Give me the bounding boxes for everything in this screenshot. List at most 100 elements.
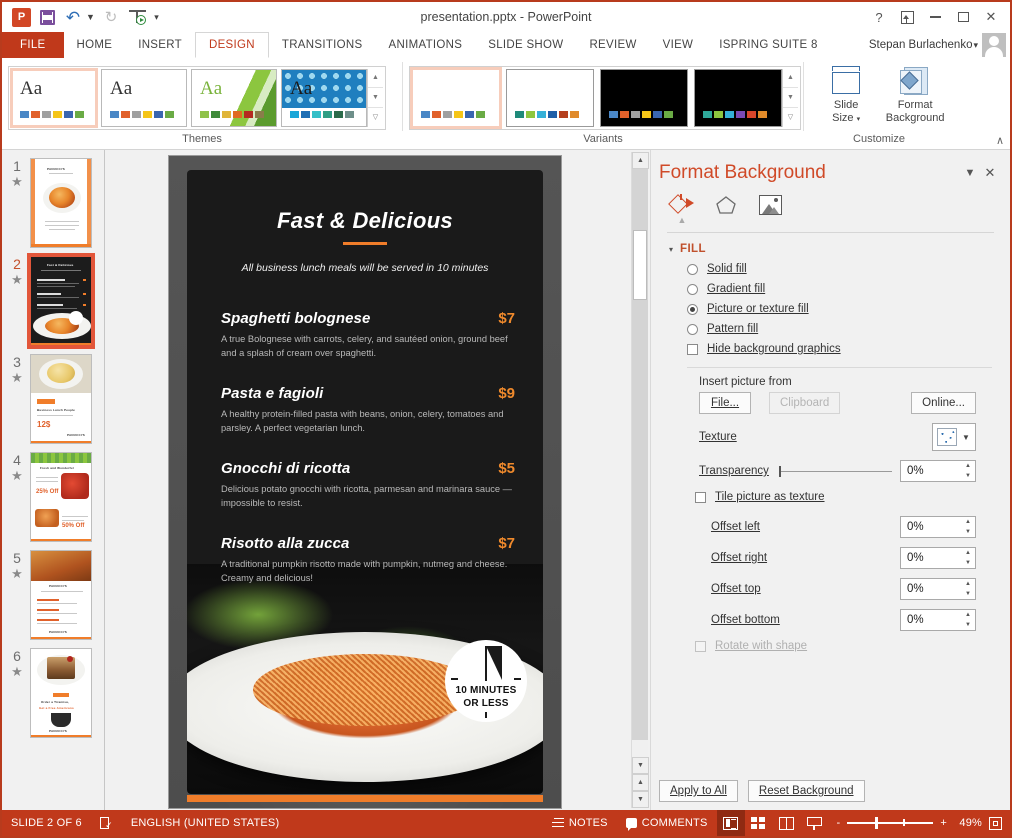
slide-size-button[interactable]: Slide Size ▾ — [816, 62, 876, 126]
customize-qat-icon[interactable]: ▾ — [150, 5, 166, 29]
offset-right-spinner[interactable]: 0% ▲ ▼ — [900, 547, 976, 569]
tab-view[interactable]: VIEW — [650, 32, 707, 58]
slide-show-view-button[interactable] — [801, 810, 829, 836]
themes-gallery-scroll[interactable]: ▲ ▼ ▽ — [367, 68, 383, 127]
option-picture-or-texture-fill[interactable]: Picture or texture fill — [651, 299, 1010, 319]
transparency-slider[interactable] — [778, 465, 900, 477]
variants-scroll-down-icon[interactable]: ▼ — [783, 88, 798, 108]
chevron-down-icon[interactable]: ▼ — [957, 433, 975, 442]
fill-tab[interactable]: ▲ — [667, 192, 697, 225]
zoom-level[interactable]: 49% — [954, 817, 982, 829]
slider-handle[interactable] — [778, 465, 782, 477]
thumbnail-slide-1[interactable]: PANUCCI'S — [30, 158, 92, 248]
theme-ion-boardroom[interactable]: Aa — [281, 68, 367, 127]
option-tile-picture-as-texture[interactable]: Tile picture as texture — [651, 482, 1010, 507]
close-icon[interactable]: ✕ — [978, 5, 1004, 29]
spinner-down-icon[interactable]: ▼ — [961, 589, 975, 599]
start-slideshow-icon[interactable] — [124, 5, 150, 29]
zoom-slider[interactable] — [847, 817, 934, 830]
user-account-area[interactable]: Stepan Burlachenko ▾ — [869, 32, 1006, 58]
format-background-button[interactable]: Format Background — [882, 62, 948, 125]
themes-more-icon[interactable]: ▽ — [368, 108, 383, 127]
slide-indicator[interactable]: SLIDE 2 OF 6 — [2, 810, 91, 836]
undo-icon[interactable]: ↶ — [60, 5, 86, 29]
zoom-out-button[interactable]: - — [837, 817, 841, 829]
variants-more-icon[interactable]: ▽ — [783, 108, 798, 127]
slide-vertical-scrollbar[interactable]: ▲ ▼ ▲ ▼ — [631, 152, 649, 808]
tab-ispring-suite[interactable]: ISPRING SUITE 8 — [706, 32, 830, 58]
effects-tab[interactable] — [711, 192, 741, 218]
powerpoint-logo-icon[interactable]: P — [8, 5, 34, 29]
tab-review[interactable]: REVIEW — [576, 32, 649, 58]
user-dropdown-icon[interactable]: ▾ — [973, 40, 978, 51]
radio-icon[interactable] — [687, 283, 698, 295]
zoom-slider-handle[interactable] — [875, 817, 878, 830]
notes-button[interactable]: NOTES — [543, 810, 617, 836]
scroll-down-icon[interactable]: ▼ — [632, 757, 649, 774]
spinner-up-icon[interactable]: ▲ — [961, 461, 975, 471]
option-gradient-fill[interactable]: Gradient fill — [651, 279, 1010, 299]
spinner-up-icon[interactable]: ▲ — [961, 517, 975, 527]
tab-insert[interactable]: INSERT — [125, 32, 195, 58]
themes-scroll-up-icon[interactable]: ▲ — [368, 69, 383, 89]
previous-slide-icon[interactable]: ▲ — [632, 774, 649, 791]
themes-gallery[interactable]: Aa Aa Aa Aa ▲ ▼ ▽ — [8, 65, 386, 130]
theme-plain[interactable]: Aa — [101, 68, 187, 127]
offset-left-spinner[interactable]: 0% ▲ ▼ — [900, 516, 976, 538]
fit-slide-icon[interactable] — [989, 816, 1002, 830]
radio-icon[interactable] — [687, 323, 698, 335]
spinner-up-icon[interactable]: ▲ — [961, 579, 975, 589]
pane-menu-icon[interactable]: ▼ — [960, 163, 980, 183]
variant-1[interactable] — [410, 66, 502, 129]
scroll-up-icon[interactable]: ▲ — [632, 152, 649, 169]
tab-transitions[interactable]: TRANSITIONS — [269, 32, 376, 58]
slide-sorter-view-button[interactable] — [745, 810, 773, 836]
expand-collapse-icon[interactable]: ▾ — [669, 245, 673, 254]
ribbon-display-options-icon[interactable] — [894, 5, 920, 29]
variant-3[interactable] — [600, 68, 688, 127]
texture-picker[interactable]: ▼ — [932, 423, 976, 451]
thumbnail-slide-6[interactable]: Order a Tiramisu, Get a Free Americano P… — [30, 648, 92, 738]
zoom-in-button[interactable]: + — [940, 817, 947, 829]
variants-gallery[interactable]: ▲ ▼ ▽ — [409, 65, 801, 130]
scroll-thumb[interactable] — [633, 230, 647, 300]
slide-edit-area[interactable]: Fast & Delicious All business lunch meal… — [105, 150, 650, 810]
spinner-up-icon[interactable]: ▲ — [961, 610, 975, 620]
themes-scroll-down-icon[interactable]: ▼ — [368, 88, 383, 108]
theme-facet[interactable]: Aa — [191, 68, 277, 127]
thumbnail-slide-2[interactable]: Fast & Delicious — [27, 253, 95, 349]
spinner-down-icon[interactable]: ▼ — [961, 527, 975, 537]
undo-dropdown-icon[interactable]: ▼ — [86, 5, 98, 29]
maximize-icon[interactable] — [950, 5, 976, 29]
save-icon[interactable] — [34, 5, 60, 29]
offset-top-spinner[interactable]: 0% ▲ ▼ — [900, 578, 976, 600]
radio-icon[interactable] — [687, 263, 698, 275]
reset-background-button[interactable]: Reset Background — [747, 780, 865, 802]
tab-file[interactable]: FILE — [2, 32, 64, 58]
thumbnail-slide-5[interactable]: PANUCCI'S PANUCCI'S — [30, 550, 92, 640]
file-button[interactable]: File... — [699, 392, 751, 414]
radio-icon[interactable] — [687, 303, 698, 315]
spinner-down-icon[interactable]: ▼ — [961, 620, 975, 630]
spelling-icon[interactable]: ✓ — [91, 810, 122, 836]
online-button[interactable]: Online... — [911, 392, 976, 414]
spinner-down-icon[interactable]: ▼ — [961, 471, 975, 481]
collapse-ribbon-icon[interactable]: ∧ — [996, 134, 1004, 147]
variants-scroll-up-icon[interactable]: ▲ — [783, 69, 798, 89]
pane-close-icon[interactable]: ✕ — [980, 163, 1000, 183]
option-pattern-fill[interactable]: Pattern fill — [651, 319, 1010, 339]
tab-slide-show[interactable]: SLIDE SHOW — [475, 32, 576, 58]
redo-icon[interactable]: ↻ — [98, 5, 124, 29]
fill-section-header[interactable]: ▾ FILL — [651, 233, 1010, 259]
thumbnail-slide-3[interactable]: Business Lunch People 12$ PANUCCI'S — [30, 354, 92, 444]
tab-home[interactable]: HOME — [64, 32, 126, 58]
current-slide[interactable]: Fast & Delicious All business lunch meal… — [169, 156, 561, 808]
normal-view-button[interactable] — [716, 810, 745, 836]
offset-bottom-spinner[interactable]: 0% ▲ ▼ — [900, 609, 976, 631]
option-hide-background-graphics[interactable]: Hide background graphics — [651, 339, 1010, 359]
minimize-icon[interactable] — [922, 5, 948, 29]
apply-to-all-button[interactable]: Apply to All — [659, 780, 738, 802]
avatar[interactable] — [982, 33, 1006, 57]
tab-design[interactable]: DESIGN — [194, 32, 269, 58]
picture-tab[interactable] — [755, 192, 785, 218]
